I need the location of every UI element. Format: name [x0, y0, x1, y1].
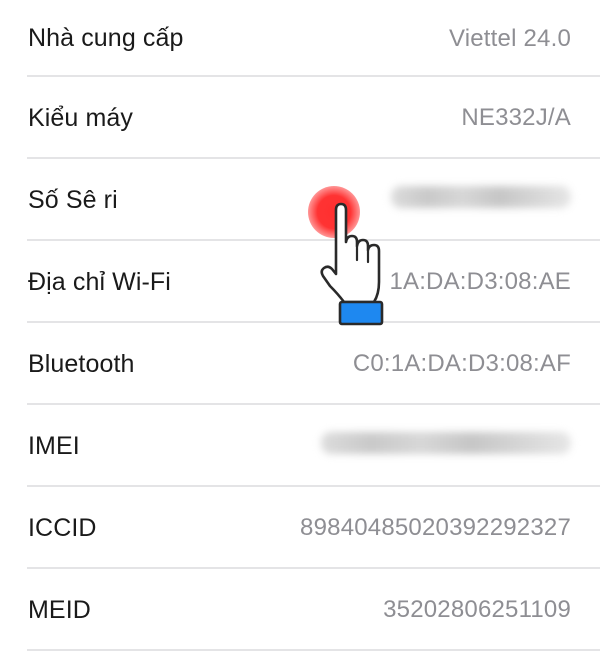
row-model[interactable]: Kiểu máy NE332J/A [0, 77, 600, 159]
imei-label: IMEI [28, 431, 80, 460]
blurred-serial [391, 185, 571, 208]
row-wifi-address[interactable]: Địa chỉ Wi-Fi 1A:DA:D3:08:AE [0, 241, 600, 323]
meid-value: 35202806251109 [383, 596, 571, 623]
meid-label: MEID [28, 595, 91, 624]
serial-number-value-blurred [391, 185, 571, 215]
row-imei[interactable]: IMEI [0, 405, 600, 487]
row-serial-number[interactable]: Số Sê ri [0, 159, 600, 241]
bluetooth-value: C0:1A:DA:D3:08:AF [352, 350, 571, 377]
model-value: NE332J/A [461, 104, 571, 131]
wifi-address-label: Địa chỉ Wi-Fi [28, 267, 171, 296]
row-meid[interactable]: MEID 35202806251109 [0, 569, 600, 651]
row-bluetooth[interactable]: Bluetooth C0:1A:DA:D3:08:AF [0, 323, 600, 405]
iccid-label: ICCID [28, 513, 97, 542]
imei-value-blurred [321, 431, 571, 461]
carrier-label: Nhà cung cấp [28, 24, 184, 52]
iccid-value: 89840485020392292327 [300, 514, 571, 541]
carrier-value: Viettel 24.0 [448, 24, 571, 52]
row-iccid[interactable]: ICCID 89840485020392292327 [0, 487, 600, 569]
wifi-address-value: 1A:DA:D3:08:AE [389, 268, 571, 295]
serial-number-label: Số Sê ri [28, 185, 118, 214]
model-label: Kiểu máy [28, 103, 134, 132]
blurred-imei [321, 431, 571, 454]
bluetooth-label: Bluetooth [28, 349, 135, 378]
row-carrier[interactable]: Nhà cung cấp Viettel 24.0 [0, 0, 600, 77]
device-info-list: Nhà cung cấp Viettel 24.0 Kiểu máy NE332… [0, 0, 600, 651]
